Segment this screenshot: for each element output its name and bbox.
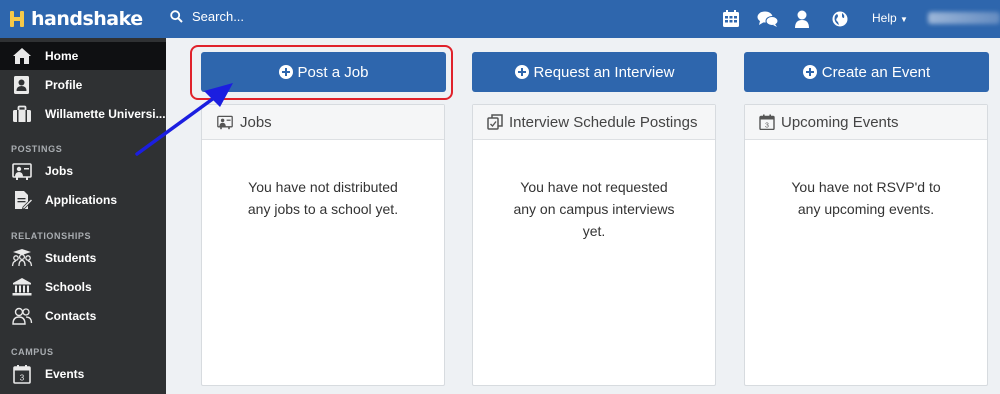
help-label: Help bbox=[872, 11, 897, 25]
briefcase-icon bbox=[13, 105, 31, 122]
search-input[interactable]: Search... bbox=[192, 9, 244, 24]
top-navigation-bar: handshake Search... Help ▼ bbox=[0, 0, 1000, 38]
calendar-icon: 3 bbox=[759, 114, 775, 130]
search-icon bbox=[170, 10, 183, 23]
user-icon[interactable] bbox=[794, 8, 810, 30]
card-empty-message: You have not requested any on campus int… bbox=[473, 140, 715, 242]
message-line: any on campus interviews bbox=[513, 201, 675, 217]
sidebar-item-label: Home bbox=[45, 49, 79, 63]
message-line: any upcoming events. bbox=[797, 201, 935, 217]
section-label-postings: POSTINGS bbox=[11, 144, 63, 154]
jobs-icon bbox=[12, 163, 32, 180]
handshake-logo-icon bbox=[10, 11, 24, 27]
post-a-job-button[interactable]: Post a Job bbox=[201, 52, 446, 92]
sidebar-item-label: Profile bbox=[45, 78, 83, 92]
dashboard-main: Post a Job Request an Interview Create a… bbox=[166, 38, 1000, 394]
message-line: any jobs to a school yet. bbox=[247, 201, 399, 217]
create-an-event-button[interactable]: Create an Event bbox=[744, 52, 989, 92]
message-line: yet. bbox=[582, 223, 606, 239]
card-title: Upcoming Events bbox=[781, 113, 899, 131]
card-empty-message: You have not RSVP'd to any upcoming even… bbox=[745, 140, 987, 220]
calendar-icon[interactable] bbox=[722, 8, 740, 30]
contacts-icon bbox=[12, 307, 33, 325]
sidebar-item-jobs[interactable]: Jobs bbox=[0, 157, 166, 185]
home-icon bbox=[13, 48, 31, 64]
card-title: Interview Schedule Postings bbox=[509, 113, 698, 131]
sidebar-item-label: Students bbox=[45, 251, 97, 265]
section-label-campus: CAMPUS bbox=[11, 347, 54, 357]
upcoming-events-card: 3 Upcoming Events You have not RSVP'd to… bbox=[744, 104, 988, 386]
search-bar[interactable]: Search... bbox=[170, 9, 244, 24]
message-line: You have not requested bbox=[520, 179, 668, 195]
globe-icon[interactable] bbox=[831, 8, 849, 30]
help-menu[interactable]: Help ▼ bbox=[872, 11, 908, 25]
plus-circle-icon bbox=[278, 65, 293, 79]
sidebar-item-label: Jobs bbox=[45, 164, 74, 178]
students-icon bbox=[11, 249, 33, 267]
sidebar-item-label: Contacts bbox=[45, 309, 97, 323]
card-empty-message: You have not distributed any jobs to a s… bbox=[202, 140, 444, 220]
svg-text:3: 3 bbox=[765, 123, 769, 130]
profile-icon bbox=[14, 76, 29, 94]
sidebar: Home Profile Willamette Universi... POST… bbox=[0, 38, 166, 394]
message-line: You have not RSVP'd to bbox=[791, 179, 941, 195]
sidebar-item-events[interactable]: 3 Events bbox=[0, 360, 166, 388]
postings-icon bbox=[487, 114, 503, 130]
card-header: Interview Schedule Postings bbox=[473, 105, 715, 140]
sidebar-item-label: Schools bbox=[45, 280, 92, 294]
sidebar-item-applications[interactable]: Applications bbox=[0, 186, 166, 214]
chat-icon[interactable] bbox=[757, 8, 779, 30]
sidebar-item-label: Events bbox=[45, 367, 85, 381]
sidebar-item-schools[interactable]: Schools bbox=[0, 273, 166, 301]
handshake-logo[interactable]: handshake bbox=[9, 8, 143, 30]
sidebar-item-label: Willamette Universi... bbox=[45, 107, 166, 121]
jobs-icon bbox=[217, 115, 233, 130]
request-an-interview-button[interactable]: Request an Interview bbox=[472, 52, 717, 92]
sidebar-item-label: Applications bbox=[45, 193, 118, 207]
plus-circle-icon bbox=[802, 65, 817, 79]
button-label: Post a Job bbox=[297, 63, 369, 81]
card-header: Jobs bbox=[202, 105, 444, 140]
button-label: Create an Event bbox=[821, 63, 931, 81]
jobs-card: Jobs You have not distributed any jobs t… bbox=[201, 104, 445, 386]
sidebar-item-profile[interactable]: Profile bbox=[0, 71, 166, 99]
interview-schedule-postings-card: Interview Schedule Postings You have not… bbox=[472, 104, 716, 386]
applications-icon bbox=[15, 191, 33, 210]
section-label-relationships: RELATIONSHIPS bbox=[11, 231, 92, 241]
events-icon: 3 bbox=[13, 365, 31, 384]
sidebar-item-willamette-university[interactable]: Willamette Universi... bbox=[0, 100, 166, 128]
message-line: You have not distributed bbox=[248, 179, 398, 195]
app-name: handshake bbox=[31, 8, 143, 30]
user-name-blurred[interactable] bbox=[928, 12, 1000, 24]
sidebar-item-home[interactable]: Home bbox=[0, 42, 166, 70]
button-label: Request an Interview bbox=[533, 63, 675, 81]
card-header: 3 Upcoming Events bbox=[745, 105, 987, 140]
card-title: Jobs bbox=[240, 113, 272, 131]
schools-icon bbox=[12, 278, 32, 296]
plus-circle-icon bbox=[514, 65, 529, 79]
sidebar-item-students[interactable]: Students bbox=[0, 244, 166, 272]
sidebar-item-contacts[interactable]: Contacts bbox=[0, 302, 166, 330]
chevron-down-icon: ▼ bbox=[900, 15, 908, 24]
svg-text:3: 3 bbox=[20, 374, 25, 383]
